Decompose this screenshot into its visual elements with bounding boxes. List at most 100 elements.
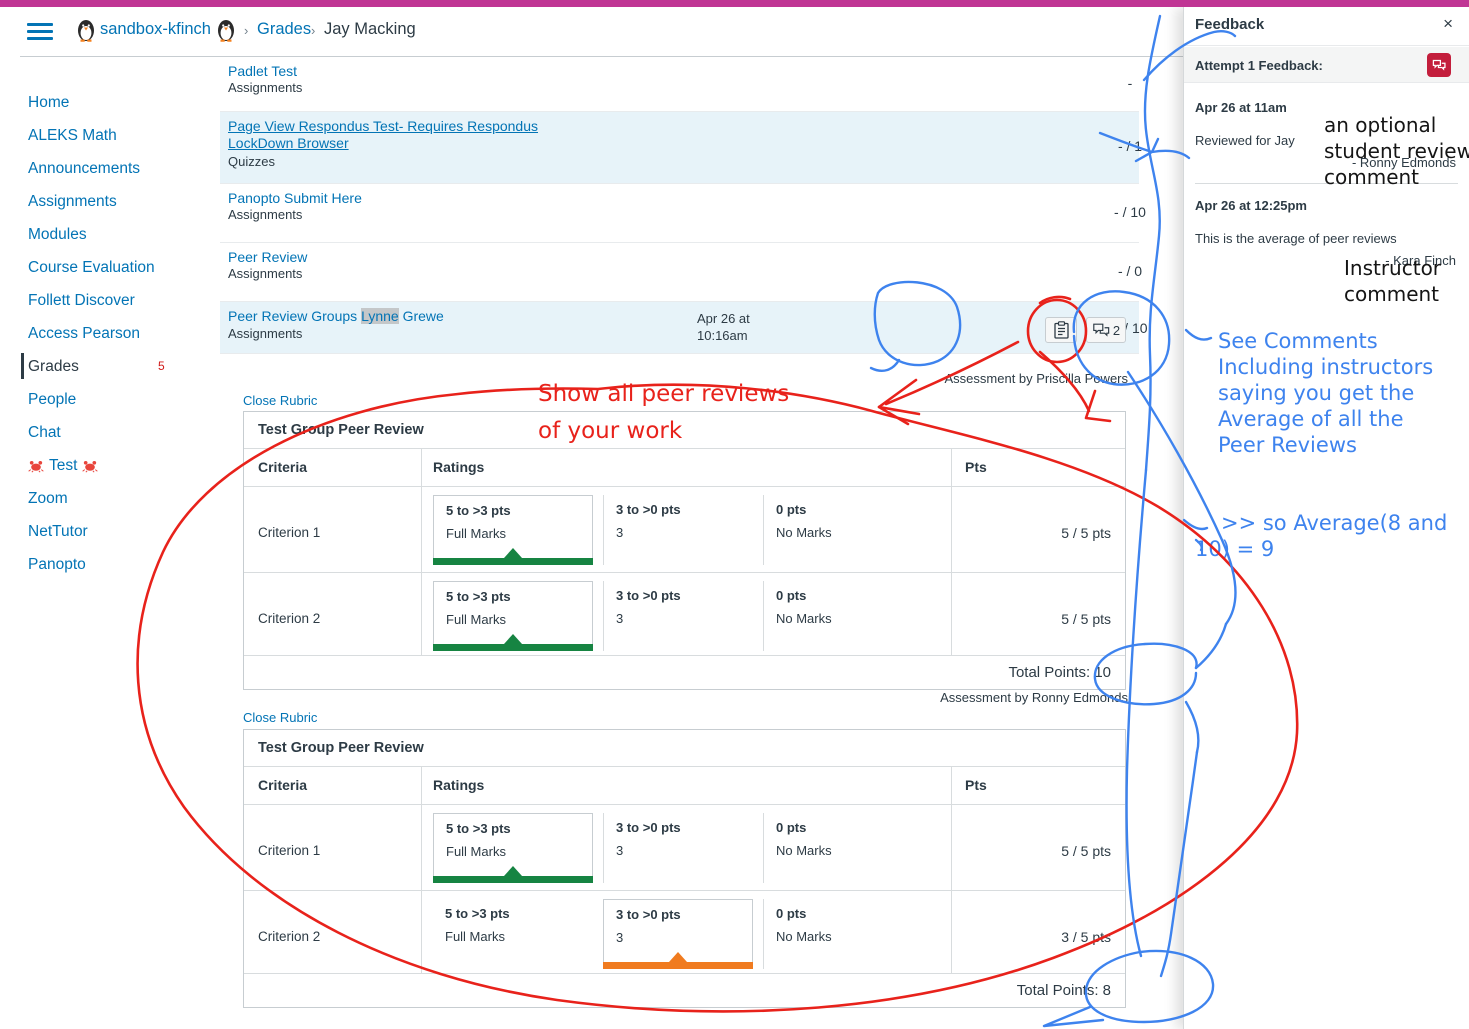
rubric-row-criterion-2: Criterion 2 5 to >3 pts Full Marks 3 to …: [244, 573, 1125, 656]
criterion-score: 5 / 5 pts: [1061, 525, 1111, 541]
col-header-ratings: Ratings: [433, 459, 484, 475]
selected-rating-bar: [603, 962, 753, 969]
criterion-label: Criterion 2: [258, 929, 320, 944]
sidebar-item-home[interactable]: Home: [28, 92, 208, 114]
rating-cell-selected[interactable]: 5 to >3 pts Full Marks: [433, 495, 593, 565]
rating-cell[interactable]: 0 pts No Marks: [763, 899, 919, 969]
sidebar-item-people[interactable]: People: [28, 389, 208, 411]
grade-row-respondus-quiz: Page View Respondus Test- Requires Respo…: [220, 112, 1139, 184]
close-icon[interactable]: ×: [1443, 14, 1453, 34]
hamburger-menu-icon[interactable]: [27, 23, 53, 43]
sidebar-item-test[interactable]: Test: [28, 455, 208, 477]
close-rubric-link[interactable]: Close Rubric: [243, 393, 317, 408]
sidebar-item-label: Modules: [28, 226, 87, 244]
rating-points: 0 pts: [776, 588, 919, 603]
title-text: Peer Review Groups: [228, 308, 361, 324]
sidebar-item-label: Chat: [28, 424, 61, 442]
rating-label: Full Marks: [446, 612, 592, 627]
rating-cell[interactable]: 0 pts No Marks: [763, 581, 919, 651]
rating-label: Full Marks: [446, 526, 592, 541]
sidebar-item-label: ALEKS Math: [28, 127, 117, 145]
black-annotation-instructor-comment: Instructor comment: [1344, 255, 1441, 307]
breadcrumb-separator: ›: [311, 23, 315, 38]
rubric-clipboard-icon: [1054, 321, 1069, 339]
breadcrumb-course-link[interactable]: sandbox-kfinch: [100, 20, 211, 39]
selected-rating-bar: [433, 876, 593, 883]
score-value: - / 10: [1080, 204, 1180, 220]
submission-date: Apr 26 at10:16am: [697, 310, 750, 344]
rating-points: 0 pts: [776, 820, 919, 835]
sidebar-item-label: Course Evaluation: [28, 259, 155, 277]
rating-cell-selected[interactable]: 5 to >3 pts Full Marks: [433, 813, 593, 883]
sidebar-item-chat[interactable]: Chat: [28, 422, 208, 444]
comment-text: This is the average of peer reviews: [1195, 231, 1397, 246]
feedback-tray-header: Feedback ×: [1184, 7, 1469, 46]
col-header-pts: Pts: [965, 459, 987, 475]
red-annotation-note: Show all peer reviews of your work: [538, 376, 789, 450]
highlighted-text: Lynne: [361, 308, 399, 324]
selected-rating-bar: [433, 644, 593, 651]
rating-points: 5 to >3 pts: [446, 589, 592, 604]
assignment-title[interactable]: Peer Review Groups Lynne Grewe: [228, 308, 588, 325]
rating-cell[interactable]: 3 to >0 pts 3: [603, 813, 753, 883]
speech-bubbles-icon: [1432, 59, 1446, 71]
sidebar-item-panopto[interactable]: Panopto: [28, 554, 208, 576]
comment-date: Apr 26 at 12:25pm: [1195, 198, 1307, 213]
grade-row-peer-review: Peer Review Assignments - / 0: [220, 243, 1139, 302]
rating-cell-selected[interactable]: 5 to >3 pts Full Marks: [433, 581, 593, 651]
assignment-title[interactable]: Padlet Test: [228, 63, 558, 80]
rating-cell[interactable]: 5 to >3 pts Full Marks: [433, 899, 593, 969]
sidebar-item-modules[interactable]: Modules: [28, 224, 208, 246]
sidebar-item-label: Home: [28, 94, 69, 112]
sidebar-item-aleks-math[interactable]: ALEKS Math: [28, 125, 208, 147]
comment-count: 2: [1113, 323, 1120, 338]
rubric-table-1: Test Group Peer Review Criteria Ratings …: [243, 411, 1126, 690]
sidebar-item-label: Test: [49, 457, 77, 475]
crab-icon: [82, 459, 98, 473]
sidebar-item-label: Follett Discover: [28, 292, 135, 310]
rating-points: 0 pts: [776, 502, 919, 517]
assignment-link[interactable]: Page View Respondus Test- Requires Respo…: [228, 118, 538, 151]
rating-points: 3 to >0 pts: [616, 502, 753, 517]
rating-cell-selected[interactable]: 3 to >0 pts 3: [603, 899, 753, 969]
rating-points: 5 to >3 pts: [446, 821, 592, 836]
sidebar-item-follett-discover[interactable]: Follett Discover: [28, 290, 208, 312]
assignment-group: Assignments: [228, 207, 302, 222]
comment-text: Reviewed for Jay: [1195, 133, 1295, 148]
col-header-pts: Pts: [965, 777, 987, 793]
sidebar-item-course-evaluation[interactable]: Course Evaluation: [28, 257, 208, 279]
rating-points: 5 to >3 pts: [445, 906, 593, 921]
criterion-score: 5 / 5 pts: [1061, 611, 1111, 627]
sidebar-item-grades[interactable]: Grades5: [28, 356, 208, 378]
close-rubric-link[interactable]: Close Rubric: [243, 710, 317, 725]
criterion-score: 5 / 5 pts: [1061, 843, 1111, 859]
rating-cell[interactable]: 3 to >0 pts 3: [603, 495, 753, 565]
assignment-title[interactable]: Peer Review: [228, 249, 558, 266]
assignment-title[interactable]: Panopto Submit Here: [228, 190, 558, 207]
rating-cell[interactable]: 3 to >0 pts 3: [603, 581, 753, 651]
rating-label: 3: [616, 525, 753, 540]
rubric-button[interactable]: [1045, 317, 1077, 343]
breadcrumb-grades-link[interactable]: Grades: [257, 20, 311, 39]
rubric-total-points: Total Points: 8: [244, 974, 1125, 1007]
rating-cell[interactable]: 0 pts No Marks: [763, 813, 919, 883]
score-value: - / 1: [1080, 138, 1180, 154]
score-value: - / 0: [1080, 263, 1180, 279]
sidebar-item-zoom[interactable]: Zoom: [28, 488, 208, 510]
rating-marker-triangle: [669, 952, 687, 962]
sidebar-item-label: Access Pearson: [28, 325, 140, 343]
col-header-criteria: Criteria: [258, 459, 307, 475]
sidebar-item-label: People: [28, 391, 76, 409]
rating-points: 3 to >0 pts: [616, 820, 753, 835]
sidebar-item-access-pearson[interactable]: Access Pearson: [28, 323, 208, 345]
rating-label: No Marks: [776, 611, 919, 626]
sidebar-item-announcements[interactable]: Announcements: [28, 158, 208, 180]
rubric-row-criterion-1: Criterion 1 5 to >3 pts Full Marks 3 to …: [244, 805, 1125, 891]
rubric-title: Test Group Peer Review: [244, 730, 1125, 767]
rating-cell[interactable]: 0 pts No Marks: [763, 495, 919, 565]
sidebar-item-assignments[interactable]: Assignments: [28, 191, 208, 213]
media-comment-button[interactable]: [1427, 53, 1451, 77]
comments-button[interactable]: 2: [1086, 317, 1126, 343]
criterion-label: Criterion 2: [258, 611, 320, 626]
sidebar-item-nettutor[interactable]: NetTutor: [28, 521, 208, 543]
